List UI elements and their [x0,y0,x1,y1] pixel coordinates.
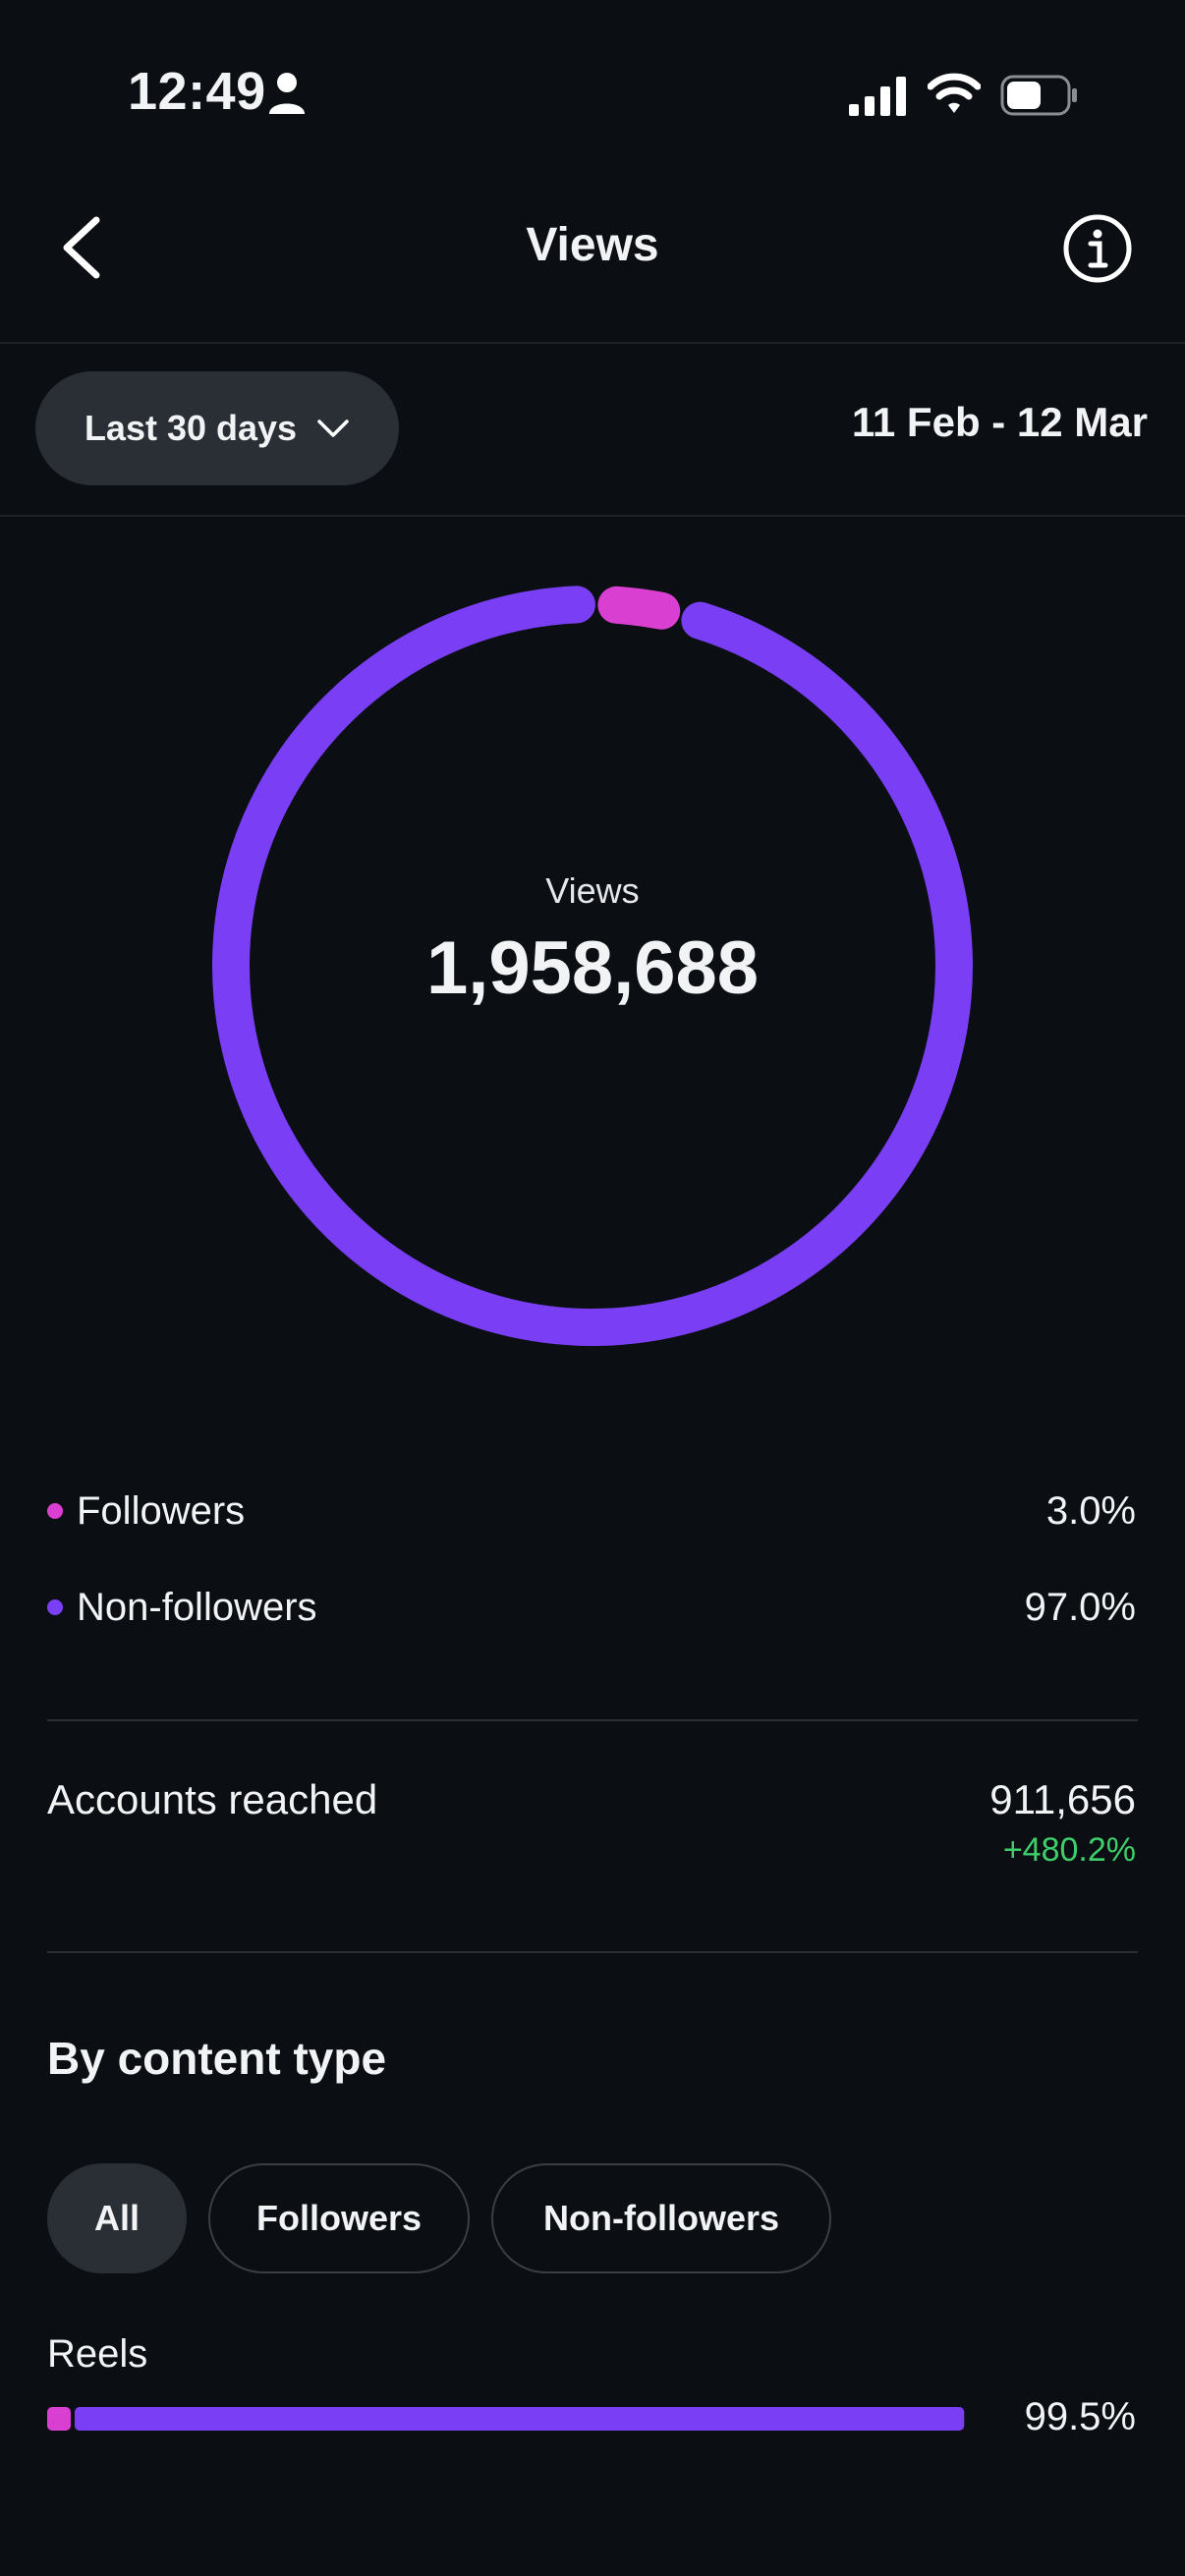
tab-non-followers[interactable]: Non-followers [491,2163,831,2273]
legend-label: Followers [77,1488,246,1533]
non-followers-dot [47,1599,63,1615]
legend-value: 97.0% [1024,1585,1136,1629]
status-time: 12:49 [128,62,266,121]
battery-icon [1000,75,1077,116]
date-range-dropdown-label: Last 30 days [84,408,298,448]
chevron-down-icon [317,420,349,437]
followers-dot [47,1503,63,1519]
person-icon [269,73,305,114]
donut-label: Views [545,870,640,911]
reels-bar-followers [47,2407,71,2431]
accounts-reached-change: +480.2% [1002,1831,1136,1869]
tab-label: Followers [255,2198,423,2238]
filter-divider [0,515,1185,517]
info-icon[interactable] [1061,212,1134,285]
tab-label: Non-followers [543,2198,779,2238]
page-title: Views [526,219,659,271]
donut-segment-followers [597,586,681,630]
header-divider [0,342,1185,344]
tab-all[interactable]: All [47,2163,187,2273]
accounts-reached-label: Accounts reached [47,1776,378,1822]
legend-label: Non-followers [77,1585,317,1629]
section-divider [47,1719,1138,1721]
reels-bar [47,2407,965,2431]
tab-label: All [93,2198,140,2238]
tab-followers[interactable]: Followers [208,2163,470,2273]
legend-non-followers: Non-followers 97.0% [47,1578,1136,1637]
accounts-reached-value: 911,656 [989,1776,1136,1822]
wifi-icon [928,73,981,113]
content-type-label: Reels [47,2332,148,2376]
reels-bar-non-followers [75,2407,965,2431]
date-range-dropdown[interactable]: Last 30 days [35,371,399,485]
legend-followers: Followers 3.0% [47,1482,1136,1540]
section-title: By content type [47,2033,387,2084]
legend-value: 3.0% [1045,1488,1136,1533]
content-type-percent: 99.5% [1024,2395,1136,2438]
section-divider [47,1951,1138,1953]
signal-icon [849,77,906,116]
views-total: 1,958,688 [425,926,760,1010]
date-range-text: 11 Feb - 12 Mar [851,399,1148,445]
